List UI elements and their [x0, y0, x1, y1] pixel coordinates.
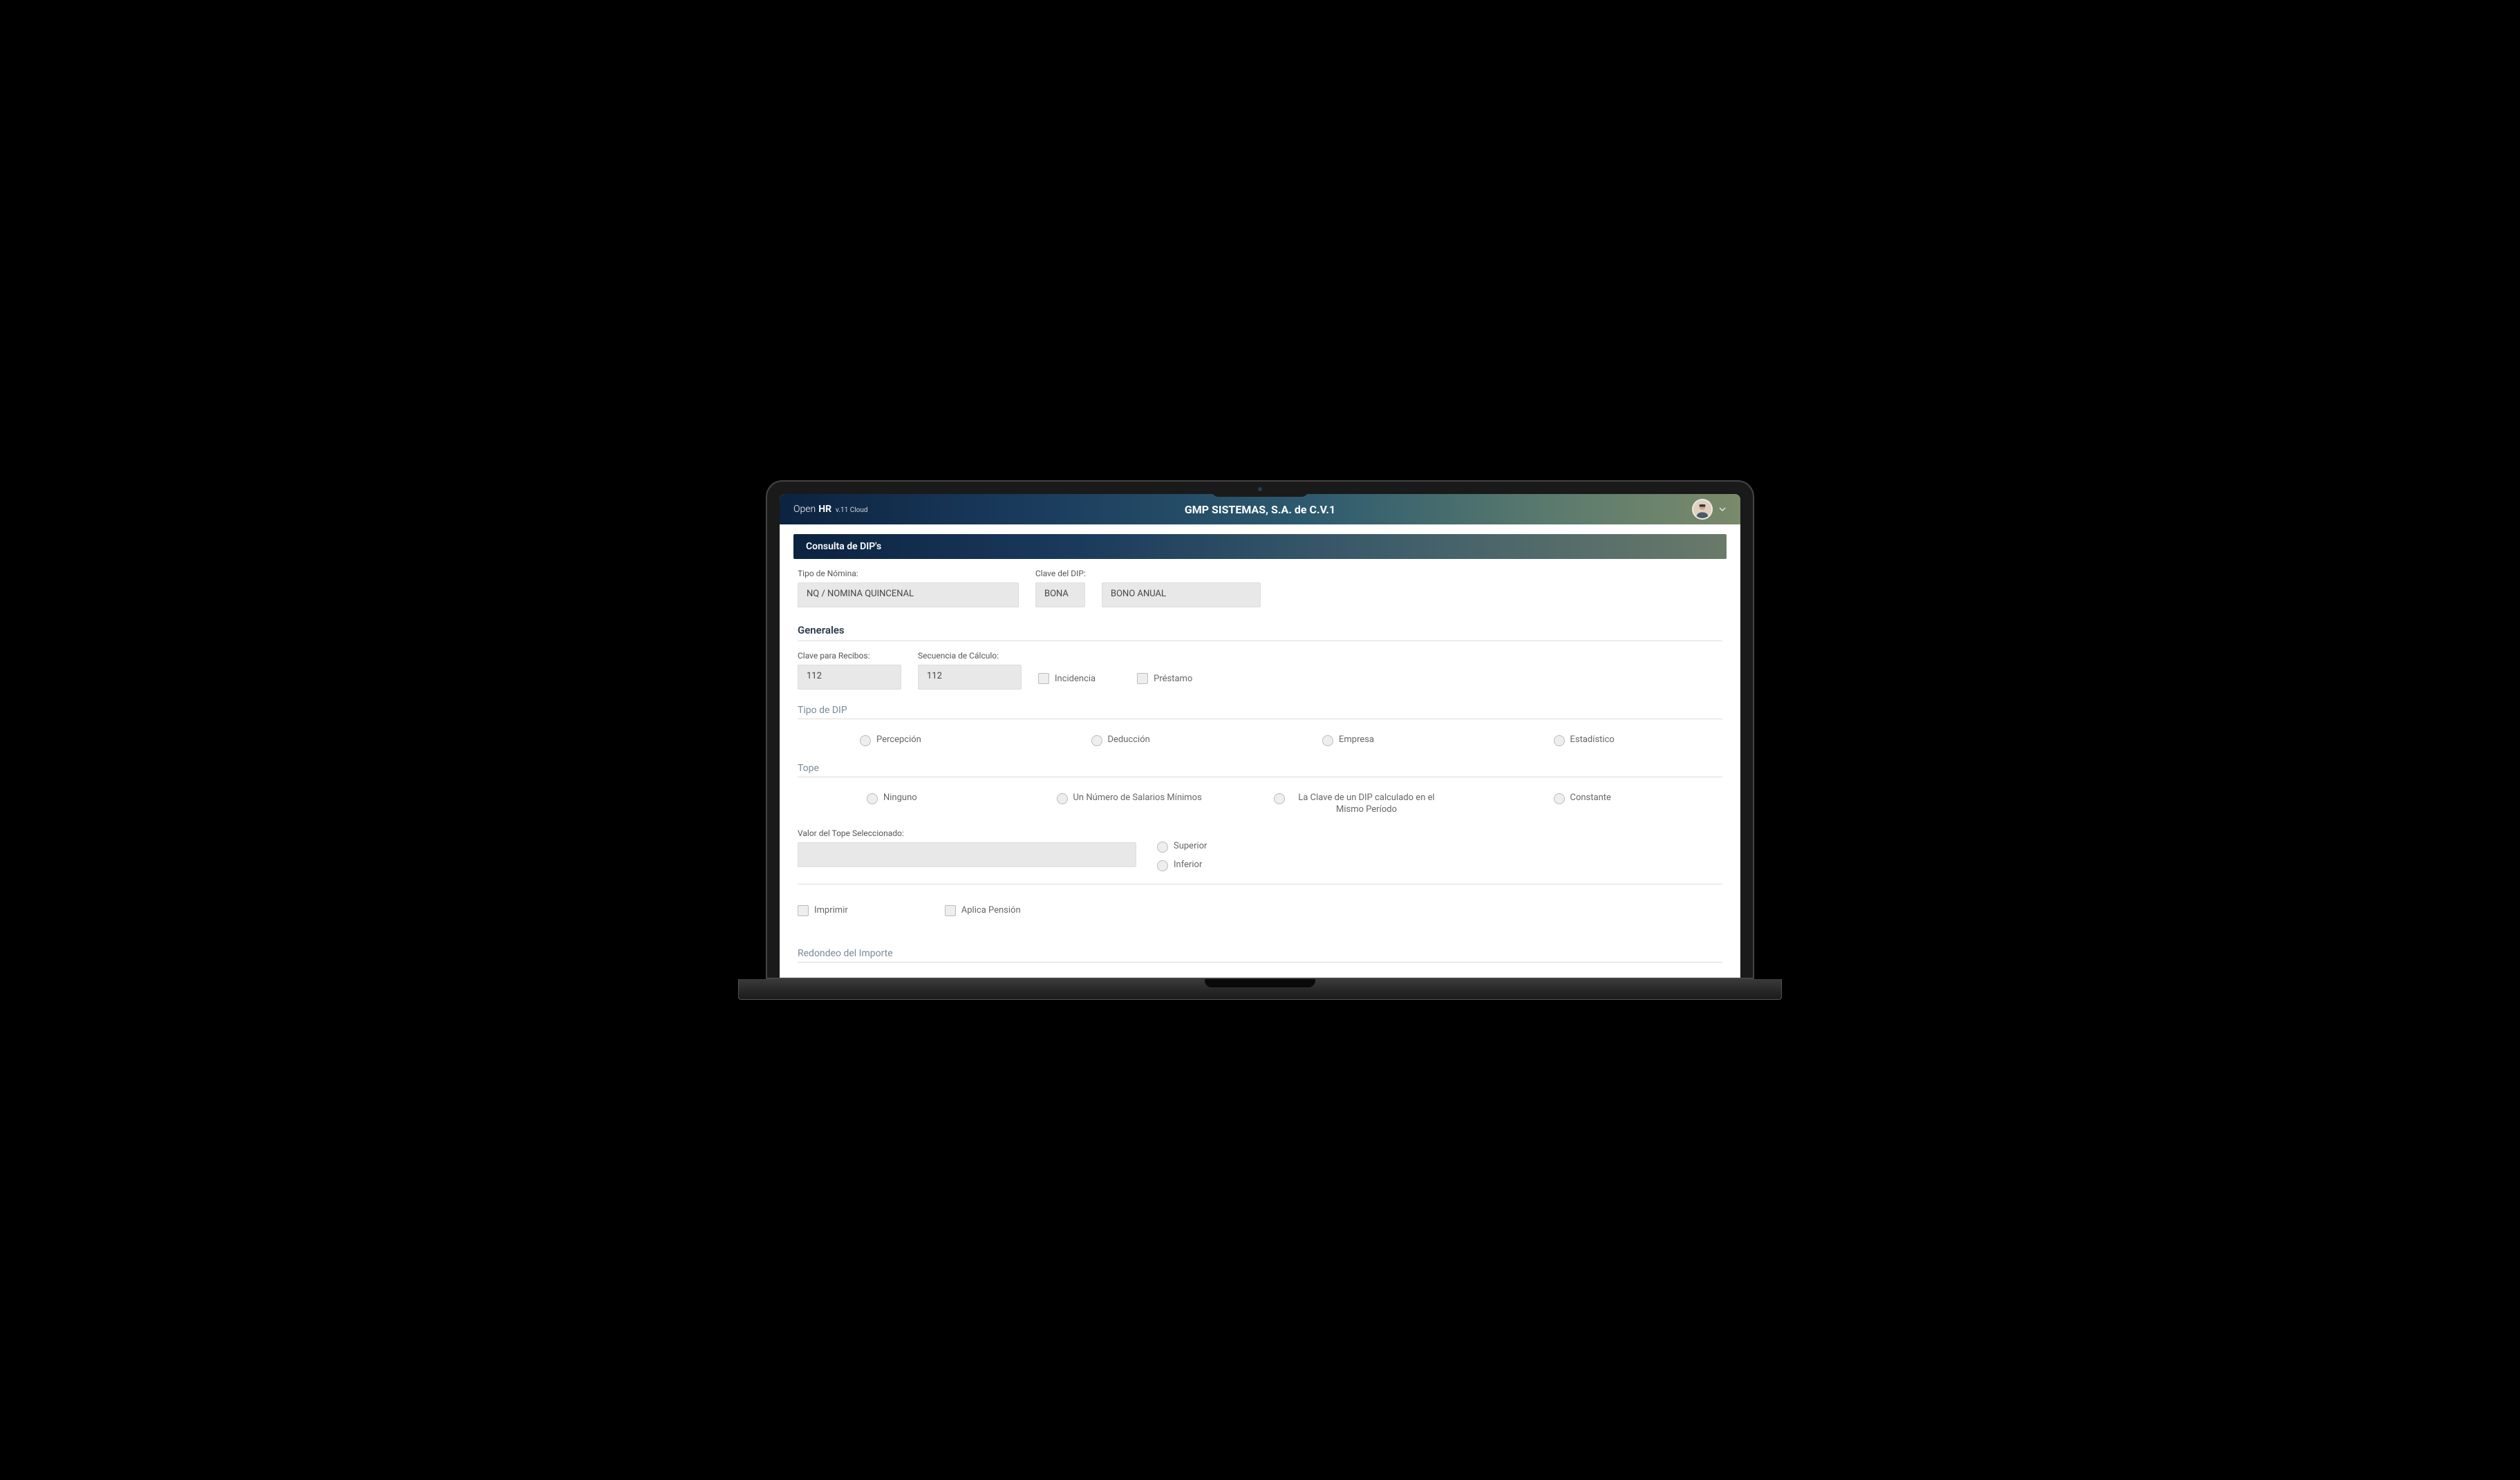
radio-inferior-label: Inferior	[1174, 860, 1202, 871]
radio-icon	[1157, 860, 1168, 871]
user-menu[interactable]	[1692, 499, 1727, 520]
secuencia-label: Secuencia de Cálculo:	[918, 651, 1022, 661]
prestamo-label: Préstamo	[1154, 674, 1192, 684]
checkbox-icon	[798, 905, 809, 916]
checkbox-icon	[1038, 673, 1049, 684]
radio-icon	[1322, 735, 1333, 746]
radio-percepcion[interactable]: Percepción	[798, 734, 1029, 746]
aplica-pension-label: Aplica Pensión	[961, 905, 1021, 915]
redondeo-options: Sin Redondeo A la Unidad Truncado	[798, 972, 1722, 978]
avatar-image-icon	[1693, 500, 1711, 518]
tipo-dip-title: Tipo de DIP	[798, 701, 1722, 719]
incidencia-check[interactable]: Incidencia	[1038, 673, 1096, 684]
imprimir-check[interactable]: Imprimir	[798, 905, 848, 916]
brand-hr: HR	[818, 504, 831, 515]
aplica-pension-check[interactable]: Aplica Pensión	[945, 905, 1021, 916]
radio-icon	[1554, 735, 1565, 746]
incidencia-label: Incidencia	[1055, 674, 1096, 684]
radio-icon	[1057, 793, 1068, 804]
screen-bezel: Open HR v.11 Cloud GMP SISTEMAS, S.A. de…	[766, 480, 1754, 979]
radio-deduccion-label: Deducción	[1108, 734, 1150, 746]
radio-icon	[1091, 735, 1102, 746]
brand-version: v.11 Cloud	[836, 506, 867, 514]
clave-recibos-label: Clave para Recibos:	[798, 651, 901, 661]
brand-open: Open	[793, 504, 816, 515]
radio-percepcion-label: Percepción	[876, 734, 921, 746]
radio-estadistico-label: Estadístico	[1570, 734, 1615, 746]
prestamo-check[interactable]: Préstamo	[1137, 673, 1192, 684]
tipo-nomina-label: Tipo de Nómina:	[798, 569, 1019, 578]
radio-icon	[860, 735, 871, 746]
radio-estadistico[interactable]: Estadístico	[1492, 734, 1723, 746]
secuencia-input[interactable]: 112	[918, 665, 1022, 690]
valor-tope-label: Valor del Tope Seleccionado:	[798, 828, 1136, 838]
clave-dip-code-input[interactable]: BONA	[1035, 582, 1085, 607]
radio-icon	[1274, 793, 1285, 804]
chevron-down-icon[interactable]	[1718, 503, 1727, 516]
camera-icon	[1258, 487, 1262, 491]
radio-constante-label: Constante	[1570, 793, 1611, 804]
radio-superior-label: Superior	[1174, 841, 1207, 853]
checkbox-icon	[945, 905, 956, 916]
panel-header: Consulta de DIP's	[793, 534, 1727, 559]
generales-title: Generales	[798, 618, 1722, 641]
clave-dip-field: Clave del DIP: BONA BONO ANUAL	[1035, 569, 1722, 607]
clave-recibos-field: Clave para Recibos: 112	[798, 651, 901, 690]
radio-icon	[1554, 793, 1565, 804]
valor-tope-input[interactable]	[798, 842, 1136, 867]
radio-icon	[867, 793, 878, 804]
redondeo-title: Redondeo del Importe	[798, 944, 1722, 962]
tope-options: Ninguno Un Número de Salarios Mínimos La…	[798, 787, 1722, 828]
laptop-mockup: Open HR v.11 Cloud GMP SISTEMAS, S.A. de…	[766, 480, 1754, 1000]
laptop-notch	[1212, 482, 1308, 497]
radio-ninguno-label: Ninguno	[883, 793, 917, 804]
radio-ninguno[interactable]: Ninguno	[798, 793, 1029, 816]
clave-recibos-input[interactable]: 112	[798, 665, 901, 690]
content-area: Consulta de DIP's Tipo de Nómina: NQ / N…	[780, 524, 1740, 978]
clave-dip-desc-input[interactable]: BONO ANUAL	[1102, 582, 1261, 607]
laptop-hinge-notch	[1205, 979, 1315, 987]
radio-superior[interactable]: Superior	[1157, 841, 1207, 853]
radio-numero-salarios-label: Un Número de Salarios Mínimos	[1073, 793, 1202, 804]
radio-constante[interactable]: Constante	[1492, 793, 1723, 816]
checkbox-icon	[1137, 673, 1148, 684]
clave-dip-label: Clave del DIP:	[1035, 569, 1722, 578]
imprimir-label: Imprimir	[814, 905, 848, 915]
radio-empresa-label: Empresa	[1339, 734, 1374, 746]
company-title: GMP SISTEMAS, S.A. de C.V.1	[1185, 503, 1335, 516]
radio-inferior[interactable]: Inferior	[1157, 860, 1207, 871]
app-brand: Open HR v.11 Cloud	[793, 504, 868, 515]
tope-title: Tope	[798, 759, 1722, 777]
laptop-base	[738, 979, 1782, 1000]
radio-clave-dip-periodo-label: La Clave de un DIP calculado en el Mismo…	[1290, 793, 1442, 816]
tipo-dip-options: Percepción Deducción Empresa	[798, 729, 1722, 759]
avatar[interactable]	[1692, 499, 1713, 520]
tipo-nomina-field: Tipo de Nómina: NQ / NOMINA QUINCENAL	[798, 569, 1019, 607]
valor-tope-field: Valor del Tope Seleccionado:	[798, 828, 1136, 867]
radio-clave-dip-periodo[interactable]: La Clave de un DIP calculado en el Mismo…	[1260, 793, 1492, 816]
radio-deduccion[interactable]: Deducción	[1029, 734, 1261, 746]
radio-icon	[1157, 842, 1168, 853]
top-bar: Open HR v.11 Cloud GMP SISTEMAS, S.A. de…	[780, 494, 1740, 524]
radio-empresa[interactable]: Empresa	[1260, 734, 1492, 746]
app-screen: Open HR v.11 Cloud GMP SISTEMAS, S.A. de…	[780, 494, 1740, 978]
secuencia-field: Secuencia de Cálculo: 112	[918, 651, 1022, 690]
tipo-nomina-input[interactable]: NQ / NOMINA QUINCENAL	[798, 582, 1019, 607]
radio-numero-salarios[interactable]: Un Número de Salarios Mínimos	[1029, 793, 1261, 816]
